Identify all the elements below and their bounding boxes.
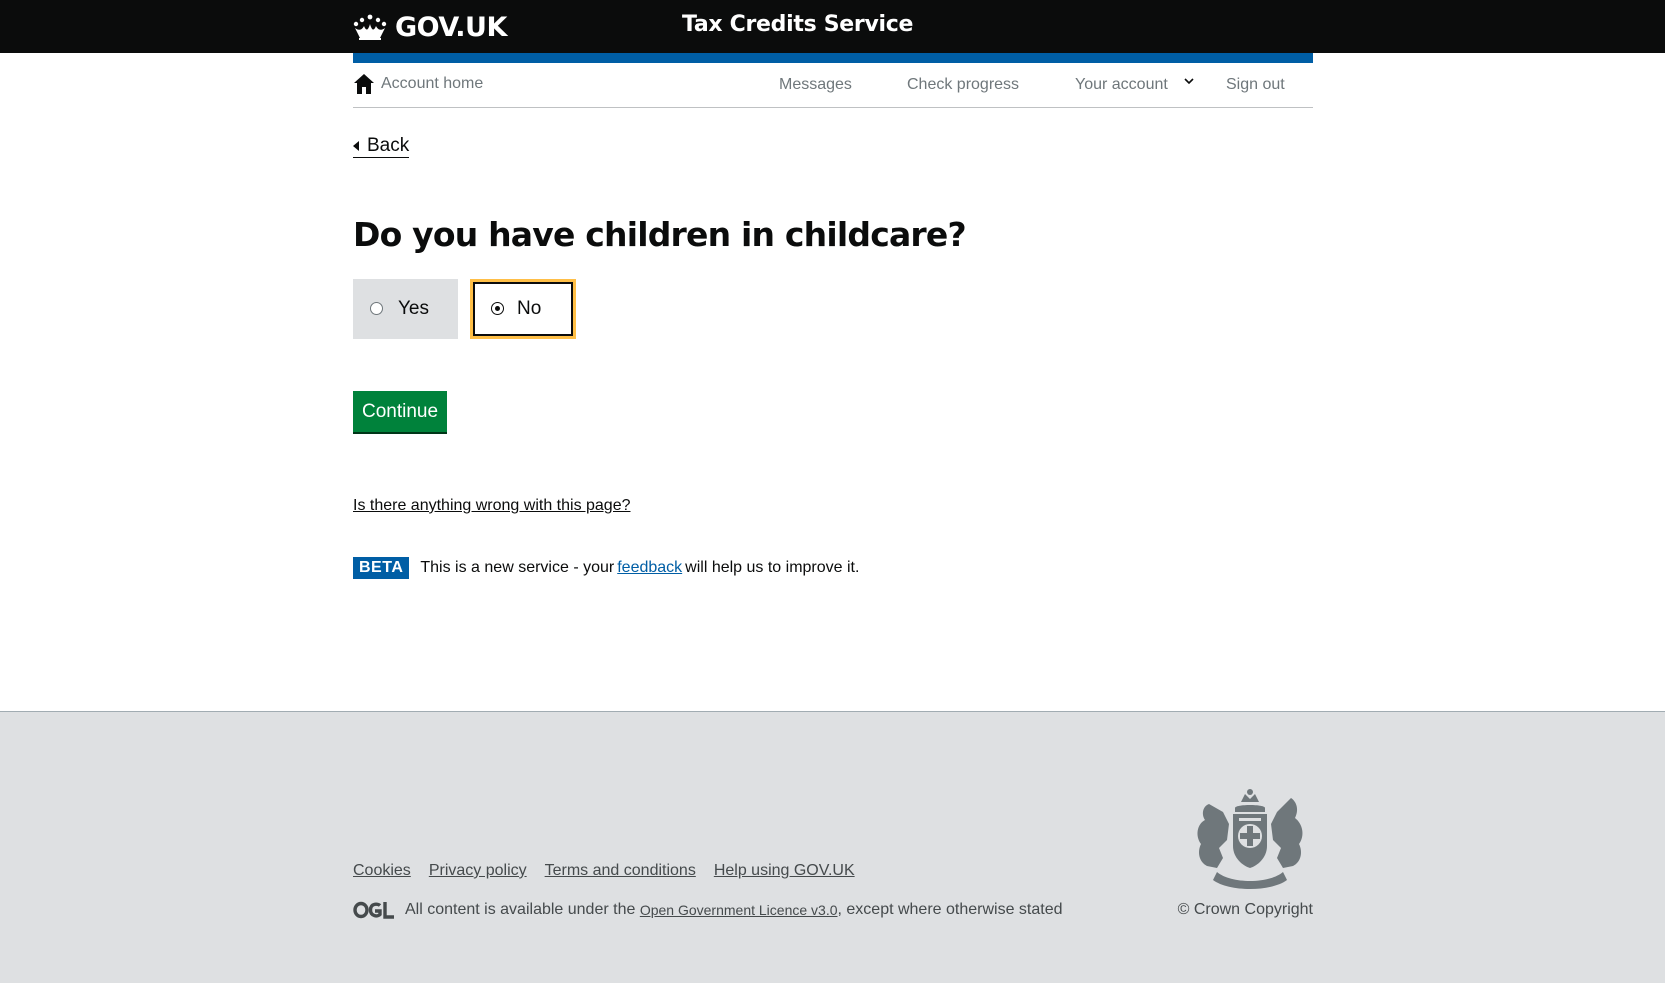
nav-your-account[interactable]: Your account: [1075, 76, 1168, 94]
radio-option-no[interactable]: No: [470, 279, 576, 339]
footer-link-cookies[interactable]: Cookies: [353, 862, 411, 880]
licence-link[interactable]: Open Government Licence v3.0: [640, 902, 838, 918]
account-nav: Account home Messages Check progress You…: [353, 63, 1313, 108]
crown-icon: [353, 14, 387, 40]
footer: Cookies Privacy policy Terms and conditi…: [0, 711, 1665, 983]
back-link[interactable]: Back: [353, 135, 410, 158]
page: GOV.UK Tax Credits Service Account home …: [0, 0, 1665, 983]
chevron-down-icon[interactable]: [1182, 74, 1196, 88]
window-edge: [1665, 0, 1680, 983]
back-arrow-icon: [353, 141, 359, 151]
home-icon: [354, 74, 374, 94]
nav-sign-out[interactable]: Sign out: [1226, 76, 1285, 94]
header-blue-bar: [353, 53, 1313, 63]
radio-selected-dot: [495, 306, 500, 311]
nav-account-home[interactable]: Account home: [353, 73, 483, 95]
footer-link-terms[interactable]: Terms and conditions: [545, 862, 696, 880]
royal-coat-of-arms-icon: [1197, 789, 1303, 889]
back-link-label: Back: [367, 135, 410, 156]
beta-banner: BETA This is a new service - your feedba…: [353, 557, 859, 579]
continue-button[interactable]: Continue: [353, 391, 447, 432]
radio-option-yes[interactable]: Yes: [353, 279, 458, 339]
gov-header: GOV.UK Tax Credits Service: [0, 0, 1665, 53]
radio-button-yes[interactable]: [370, 302, 383, 315]
footer-links: Cookies Privacy policy Terms and conditi…: [353, 862, 873, 880]
footer-link-privacy[interactable]: Privacy policy: [429, 862, 527, 880]
radio-label-no: No: [517, 298, 542, 319]
radio-button-no[interactable]: [491, 302, 504, 315]
licence-text-before: All content is available under the: [405, 901, 636, 918]
nav-account-home-label: Account home: [381, 75, 484, 92]
beta-tag: BETA: [353, 557, 410, 579]
page-title: Do you have children in childcare?: [353, 215, 967, 254]
licence-row: All content is available under the Open …: [353, 901, 1063, 919]
nav-check-progress[interactable]: Check progress: [907, 76, 1019, 94]
feedback-link[interactable]: feedback: [617, 559, 682, 577]
beta-text-before: This is a new service - your: [420, 559, 615, 576]
govuk-logo-text: GOV.UK: [395, 11, 507, 43]
nav-messages[interactable]: Messages: [779, 76, 852, 94]
ogl-logo-icon: [353, 901, 394, 919]
crown-copyright[interactable]: © Crown Copyright: [1178, 901, 1313, 919]
beta-text-after: will help us to improve it.: [685, 559, 860, 576]
footer-link-help[interactable]: Help using GOV.UK: [714, 862, 855, 880]
govuk-logo-link[interactable]: GOV.UK: [353, 10, 507, 44]
report-problem-link[interactable]: Is there anything wrong with this page?: [353, 497, 631, 515]
service-name[interactable]: Tax Credits Service: [682, 12, 913, 37]
radio-label-yes: Yes: [398, 298, 429, 319]
licence-text-after: , except where otherwise stated: [837, 901, 1063, 918]
